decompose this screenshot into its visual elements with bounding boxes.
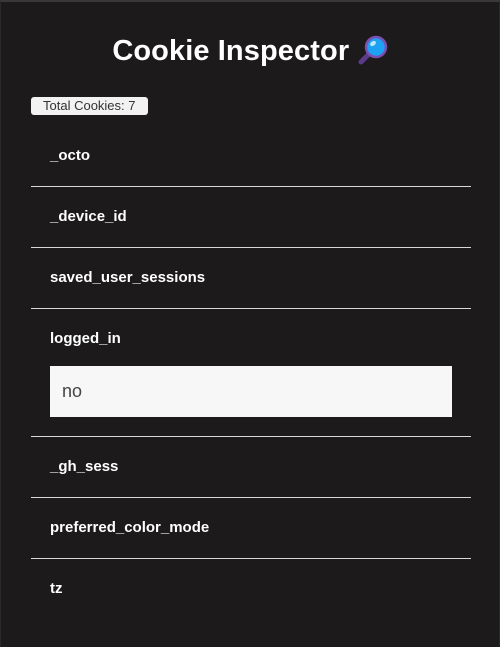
cookie-name[interactable]: preferred_color_mode (31, 498, 471, 558)
cookie-item-octo[interactable]: _octo (31, 126, 471, 187)
header: Cookie Inspector (1, 34, 500, 74)
cookie-item-gh-sess[interactable]: _gh_sess (31, 437, 471, 498)
cookie-name[interactable]: logged_in (31, 309, 471, 369)
cookie-value-field[interactable]: no (50, 366, 452, 417)
app-window: Cookie Inspector Total Cookies: 7 _octo … (0, 0, 500, 647)
cookie-list: _octo _device_id saved_user_sessions log… (31, 126, 471, 619)
magnifying-glass-icon (356, 33, 390, 67)
cookie-item-logged-in[interactable]: logged_in no (31, 309, 471, 437)
total-cookies-badge: Total Cookies: 7 (31, 97, 148, 115)
page-title: Cookie Inspector (112, 34, 350, 67)
cookie-name[interactable]: saved_user_sessions (31, 248, 471, 308)
cookie-name[interactable]: _octo (31, 126, 471, 186)
cookie-name[interactable]: _device_id (31, 187, 471, 247)
cookie-item-device-id[interactable]: _device_id (31, 187, 471, 248)
cookie-name[interactable]: _gh_sess (31, 437, 471, 497)
cookie-item-preferred-color-mode[interactable]: preferred_color_mode (31, 498, 471, 559)
cookie-item-saved-user-sessions[interactable]: saved_user_sessions (31, 248, 471, 309)
cookie-item-tz[interactable]: tz (31, 559, 471, 619)
cookie-name[interactable]: tz (31, 559, 471, 619)
